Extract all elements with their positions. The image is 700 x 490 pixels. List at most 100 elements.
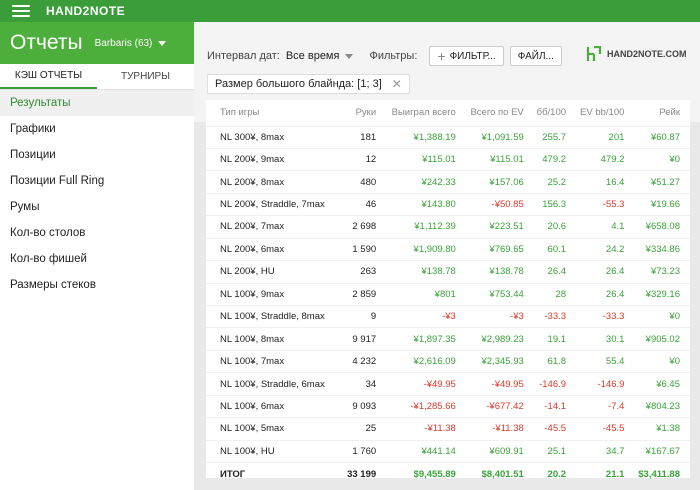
tab-tournaments[interactable]: ТУРНИРЫ — [97, 64, 194, 89]
sidebar-item-table-count[interactable]: Кол-во столов — [0, 220, 194, 246]
col-ev-total-cell: ¥2,989.23 — [465, 327, 534, 351]
filter-button[interactable]: + ФИЛЬТР... — [429, 46, 504, 66]
col-ev-total-cell: ¥223.51 — [465, 215, 534, 239]
col-rake-cell: ¥0 — [634, 350, 690, 374]
sidebar-item-positions[interactable]: Позиции — [0, 142, 194, 168]
col-ev-bb100-header[interactable]: EV bb/100 — [576, 100, 635, 127]
col-bb100-cell: 479.2 — [533, 148, 577, 172]
sidebar-item-stack-sizes[interactable]: Размеры стеков — [0, 272, 194, 298]
col-bb100-cell: 19.1 — [533, 327, 577, 351]
col-ev-total-cell: ¥769.65 — [465, 238, 534, 262]
table-total-row[interactable]: ИТОГ 33 199 $9,455.89 $8,401.51 20.2 21.1 $3,4… — [206, 463, 690, 485]
col-game-type-cell: NL 100¥, 7max — [206, 350, 345, 374]
col-ev-bb100-cell: 26.4 — [576, 260, 635, 284]
col-won-total-cell: ¥441.14 — [386, 440, 466, 464]
col-rake-cell: ¥6.45 — [634, 372, 690, 396]
sidebar: Отчеты Barbaris (63) КЭШ ОТЧЕТЫ ТУРНИРЫ … — [0, 22, 194, 490]
col-ev-bb100-cell: 4.1 — [576, 215, 635, 239]
col-won-total-header[interactable]: Выиграл всего — [386, 100, 466, 127]
table-header-row: Тип игры Руки Выиграл всего Всего по EV бб/1… — [206, 100, 690, 127]
col-ev-total-cell: ¥115.01 — [465, 148, 534, 172]
col-bb100-cell: 26.4 — [533, 260, 577, 284]
col-rake-cell: $3,411.88 — [638, 468, 680, 480]
col-game-type-cell: NL 100¥, Straddle, 6max — [206, 372, 345, 396]
table-row[interactable]: NL 200¥, 6max 1 590 ¥1,909.80 ¥769.65 60.1 24… — [206, 238, 690, 262]
user-selector[interactable]: Barbaris (63) — [95, 38, 167, 49]
col-won-total-cell: ¥2,616.09 — [386, 350, 466, 374]
col-won-total-cell: -¥49.95 — [386, 372, 466, 396]
col-bb100-cell: 156.3 — [533, 193, 577, 217]
date-interval-value: Все время — [285, 50, 340, 62]
col-ev-bb100-cell: 55.4 — [576, 350, 635, 374]
close-icon[interactable]: ✕ — [392, 77, 402, 91]
col-ev-total-cell: ¥609.91 — [465, 440, 534, 464]
col-ev-bb100-cell: -7.4 — [576, 395, 635, 419]
col-ev-bb100-cell: 30.1 — [576, 327, 635, 351]
col-hands-cell: 9 917 — [344, 327, 387, 351]
col-rake-cell: ¥73.23 — [634, 260, 690, 284]
col-game-type-cell: NL 100¥, 5max — [206, 417, 345, 441]
date-interval-label: Интервал дат: — [207, 50, 280, 62]
col-ev-total-cell: ¥2,345.93 — [465, 350, 534, 374]
col-game-type-cell: ИТОГ — [220, 468, 246, 480]
filter-chip-label: Размер большого блайнда: [1; 3] — [215, 78, 382, 90]
col-hands-cell: 9 093 — [344, 395, 387, 419]
col-hands-cell: 12 — [344, 148, 387, 172]
table-row[interactable]: NL 200¥, 7max 2 698 ¥1,112.39 ¥223.51 20.6 4.… — [206, 215, 690, 239]
col-won-total-cell: -¥3 — [386, 305, 466, 329]
menu-icon[interactable] — [12, 5, 30, 17]
file-button-label: ФАЙЛ... — [517, 50, 554, 62]
col-game-type-cell: NL 100¥, Straddle, 8max — [206, 305, 345, 329]
col-rake-cell: ¥167.67 — [634, 440, 690, 464]
col-rake-header[interactable]: Рейк — [634, 100, 690, 127]
table-row[interactable]: NL 100¥, 6max 9 093 -¥1,285.66 -¥677.42 -14.… — [206, 395, 690, 419]
tab-cash-reports[interactable]: КЭШ ОТЧЕТЫ — [0, 64, 97, 89]
table-row[interactable]: NL 200¥, 8max 480 ¥242.33 ¥157.06 25.2 16.4 ¥5… — [206, 170, 690, 194]
col-won-total-cell: ¥242.33 — [386, 170, 466, 194]
col-game-type-cell: NL 100¥, HU — [206, 440, 345, 464]
col-ev-total-header[interactable]: Всего по EV — [465, 100, 534, 127]
col-ev-total-cell: ¥1,091.59 — [465, 126, 534, 149]
table-row[interactable]: NL 100¥, Straddle, 6max 34 -¥49.95 -¥49.95-… — [206, 372, 690, 396]
filter-chip[interactable]: Размер большого блайнда: [1; 3] ✕ — [207, 74, 410, 94]
table-row[interactable]: NL 100¥, 8max 9 917 ¥1,897.35 ¥2,989.23 19.1… — [206, 327, 690, 351]
table-row[interactable]: NL 200¥, Straddle, 7max 46 ¥143.80 -¥50.85 1… — [206, 193, 690, 217]
table-row[interactable]: NL 100¥, Straddle, 8max 9 -¥3 -¥3 -33.3 -33.3… — [206, 305, 690, 329]
table-row[interactable]: NL 100¥, 9max 2 859 ¥801 ¥753.44 28 26.4 ¥329.… — [206, 283, 690, 307]
date-interval-dropdown[interactable]: Все время — [286, 50, 354, 62]
table-row[interactable]: NL 300¥, 8max 181 ¥1,388.19 ¥1,091.59 255.7 2… — [206, 126, 690, 149]
col-bb100-header[interactable]: бб/100 — [533, 100, 577, 127]
col-bb100-cell: 255.7 — [533, 126, 577, 149]
col-won-total-cell: ¥1,112.39 — [386, 215, 466, 239]
table-row[interactable]: NL 200¥, 9max 12 ¥115.01 ¥115.01 479.2 479.2 ¥… — [206, 148, 690, 172]
brand-name: HAND2NOTE — [46, 4, 126, 18]
results-table: Тип игры Руки Выиграл всего Всего по EV бб/1… — [206, 100, 690, 485]
sidebar-item-graphs[interactable]: Графики — [0, 116, 194, 142]
table-row[interactable]: NL 200¥, HU 263 ¥138.78 ¥138.78 26.4 26.4 ¥73.… — [206, 260, 690, 284]
col-won-total-cell: $9,455.89 — [413, 468, 456, 480]
col-ev-total-cell: -¥11.38 — [465, 417, 534, 441]
sidebar-item-chip-count[interactable]: Кол-во фишей — [0, 246, 194, 272]
table-row[interactable]: NL 100¥, HU 1 760 ¥441.14 ¥609.91 25.1 34.7 ¥1… — [206, 440, 690, 464]
col-hands-cell: 2 859 — [344, 283, 387, 307]
sidebar-item-positions-full-ring[interactable]: Позиции Full Ring — [0, 168, 194, 194]
sidebar-item-rooms[interactable]: Румы — [0, 194, 194, 220]
col-rake-cell: ¥658.08 — [634, 215, 690, 239]
report-tabs: КЭШ ОТЧЕТЫ ТУРНИРЫ — [0, 64, 194, 90]
file-button[interactable]: ФАЙЛ... — [509, 46, 562, 66]
table-row[interactable]: NL 100¥, 5max 25 -¥11.38 -¥11.38 -45.5 -45.5 ¥… — [206, 417, 690, 441]
col-rake-cell: ¥1.38 — [634, 417, 690, 441]
col-ev-bb100-cell: -33.3 — [576, 305, 635, 329]
table-row[interactable]: NL 100¥, 7max 4 232 ¥2,616.09 ¥2,345.93 61.8… — [206, 350, 690, 374]
col-hands-cell: 33 199 — [347, 468, 377, 480]
col-rake-cell: ¥51.27 — [634, 170, 690, 194]
col-hands-cell: 181 — [344, 126, 387, 149]
sidebar-item-results[interactable]: Результаты — [0, 90, 194, 116]
chevron-down-icon — [345, 53, 354, 59]
col-ev-total-cell: -¥50.85 — [465, 193, 534, 217]
col-ev-bb100-cell: -55.3 — [576, 193, 635, 217]
col-hands-header[interactable]: Руки — [344, 100, 387, 127]
col-ev-bb100-cell: -146.9 — [576, 372, 635, 396]
col-rake-cell: ¥19.66 — [634, 193, 690, 217]
col-game-type-header[interactable]: Тип игры — [206, 100, 345, 127]
